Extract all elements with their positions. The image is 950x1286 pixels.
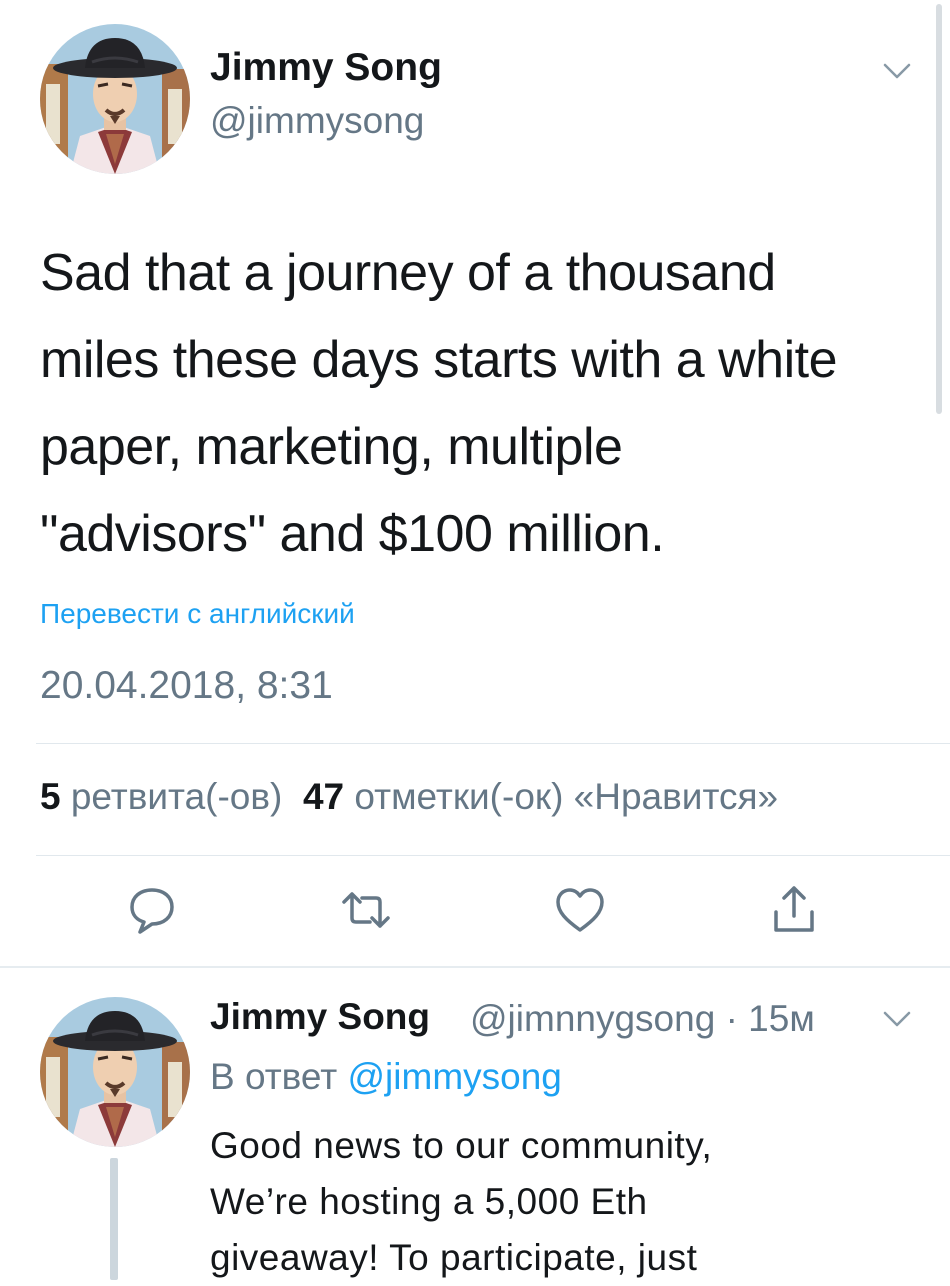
tweet-text-line: We’re hosting a 5,000 Eth xyxy=(210,1181,648,1222)
share-upload-icon[interactable] xyxy=(766,882,822,938)
thread-line xyxy=(110,1158,118,1280)
likes-stat[interactable]: 47 отметки(-ок) «Нравится» xyxy=(303,776,778,817)
retweets-count: 5 xyxy=(40,776,61,817)
tweet-separator xyxy=(0,966,950,968)
reply-context: В ответ @jimmysong xyxy=(210,1056,562,1098)
reply-author-handle[interactable]: @jimnnygsong · 15м xyxy=(470,998,815,1040)
retweets-label: ретвита(-ов) xyxy=(70,776,283,817)
chevron-down-icon[interactable] xyxy=(880,1002,914,1036)
reply-tweet-text: Good news to our community, We’re hostin… xyxy=(210,1118,910,1286)
likes-label: отметки(-ок) «Нравится» xyxy=(354,776,779,817)
author-avatar[interactable] xyxy=(40,24,190,174)
tweet-timestamp: 20.04.2018, 8:31 xyxy=(40,664,333,707)
tweet-text-line: Sad that a journey of a thousand xyxy=(40,244,776,302)
tweet-text: Sad that a journey of a thousand miles t… xyxy=(40,230,920,578)
tweet-text-line: Good news to our community, xyxy=(210,1125,713,1166)
translate-link[interactable]: Перевести с английский xyxy=(40,598,355,630)
likes-count: 47 xyxy=(302,776,345,817)
tweet-text-line: paper, marketing, multiple xyxy=(40,418,623,476)
reply-mention-link[interactable]: @jimmysong xyxy=(348,1056,562,1097)
reply-author-avatar[interactable] xyxy=(40,997,190,1147)
reply-author-name[interactable]: Jimmy Song xyxy=(210,996,430,1038)
reply-prefix: В ответ xyxy=(210,1056,338,1097)
engagement-stats: 5 ретвита(-ов) 47 отметки(-ок) «Нравится… xyxy=(40,776,778,818)
author-name[interactable]: Jimmy Song xyxy=(210,46,442,90)
tweet-text-line: miles these days starts with a white xyxy=(40,331,838,389)
retweet-arrows-icon[interactable] xyxy=(338,882,394,938)
tweet-text-line: "advisors" and $100 million. xyxy=(40,505,665,563)
speech-bubble-icon[interactable] xyxy=(124,882,180,938)
tweet-text-line: giveaway! To participate, just xyxy=(210,1237,698,1278)
avatar-illustration xyxy=(40,24,190,174)
heart-icon[interactable] xyxy=(552,882,608,938)
retweets-stat[interactable]: 5 ретвита(-ов) xyxy=(40,776,282,817)
chevron-down-icon[interactable] xyxy=(880,54,914,88)
author-handle[interactable]: @jimmysong xyxy=(210,100,424,142)
avatar-illustration xyxy=(40,997,190,1147)
divider xyxy=(36,743,950,744)
divider xyxy=(36,855,950,856)
scrollbar[interactable] xyxy=(936,4,942,414)
